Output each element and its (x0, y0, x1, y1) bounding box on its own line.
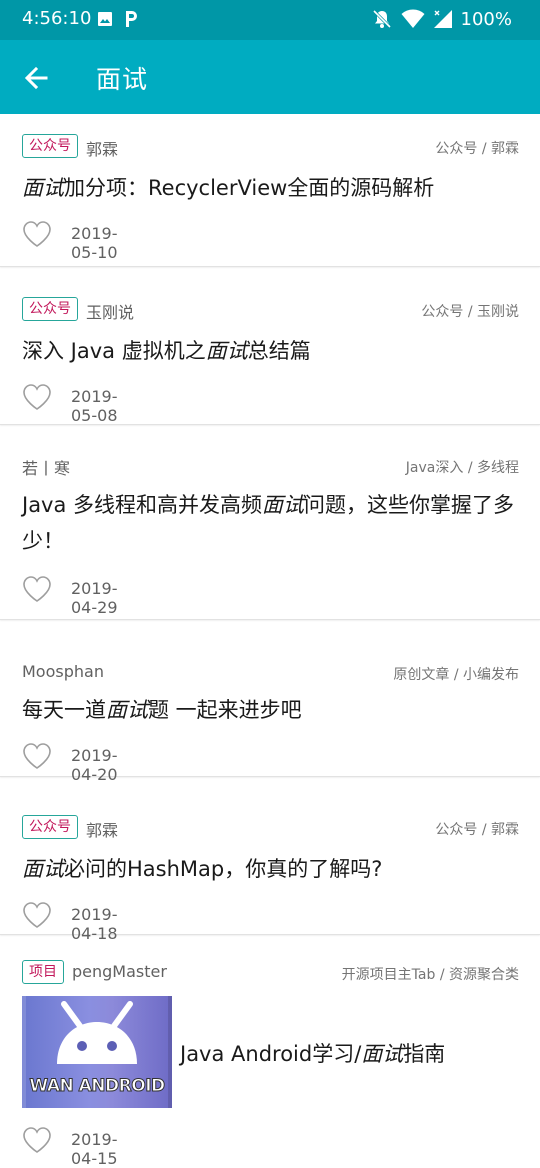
heart-icon[interactable] (22, 575, 52, 603)
article-thumbnail: WAN ANDROID (22, 996, 172, 1108)
article-title: Java Android学习/面试指南 (180, 1042, 446, 1066)
highlight-keyword: 面试 (205, 339, 248, 363)
status-system-icons: 100% (371, 8, 512, 30)
wifi-icon (401, 9, 425, 28)
status-time: 4:56:10 (22, 8, 92, 29)
article-category: 公众号 / 郭霖 (435, 141, 519, 157)
thumbnail-caption: WAN ANDROID (29, 1076, 166, 1097)
article-author: 若丨寒 (22, 459, 71, 478)
app-bar: 面试 (0, 40, 540, 114)
highlight-keyword: 面试 (22, 176, 64, 200)
heart-icon[interactable] (22, 383, 52, 411)
highlight-keyword: 面试 (262, 493, 305, 517)
article-title: 面试加分项：RecyclerView全面的源码解析 (22, 176, 435, 200)
article-author: 郭霖 (86, 821, 119, 840)
heart-icon[interactable] (22, 901, 52, 929)
article-card[interactable]: 公众号 郭霖 公众号 / 郭霖 面试必问的HashMap，你真的了解吗? 201… (0, 787, 540, 943)
article-category: Java深入 / 多线程 (405, 460, 519, 476)
article-author: Moosphan (22, 662, 104, 681)
battery-level: 100% (460, 8, 512, 30)
highlight-keyword: 面试 (22, 857, 64, 881)
status-notification-icons (97, 10, 139, 28)
article-list[interactable]: 公众号 郭霖 公众号 / 郭霖 面试加分项：RecyclerView全面的源码解… (0, 114, 540, 945)
article-category: 公众号 / 玉刚说 (421, 304, 519, 320)
article-tag: 公众号 (22, 297, 78, 321)
cell-signal-icon (433, 10, 452, 28)
article-title: Java 多线程和高并发高频面试问题，这些你掌握了多少！ (22, 493, 515, 553)
heart-icon[interactable] (22, 220, 52, 248)
back-arrow-icon[interactable] (18, 59, 56, 97)
article-card[interactable]: 公众号 郭霖 公众号 / 郭霖 面试加分项：RecyclerView全面的源码解… (0, 114, 540, 267)
article-date: 2019-05-08 (71, 387, 118, 425)
article-category: 原创文章 / 小编发布 (393, 667, 519, 683)
notifications-off-icon (372, 9, 391, 29)
article-card[interactable]: 若丨寒 Java深入 / 多线程 Java 多线程和高并发高频面试问题，这些你掌… (0, 435, 540, 620)
highlight-keyword: 面试 (361, 1042, 404, 1066)
page-title: 面试 (96, 65, 149, 94)
image-notification-icon (98, 12, 112, 26)
article-date: 2019-04-15 (71, 1130, 118, 1168)
article-author: pengMaster (72, 962, 167, 981)
article-tag: 项目 (22, 960, 64, 984)
heart-icon[interactable] (22, 1126, 52, 1154)
article-date: 2019-04-20 (71, 746, 118, 784)
article-tag: 公众号 (22, 134, 78, 158)
article-card[interactable]: 公众号 玉刚说 公众号 / 玉刚说 深入 Java 虚拟机之面试总结篇 2019… (0, 277, 540, 425)
article-category: 公众号 / 郭霖 (435, 822, 519, 838)
highlight-keyword: 面试 (106, 698, 148, 722)
article-author: 郭霖 (86, 140, 119, 159)
article-tag: 公众号 (22, 815, 78, 839)
article-title: 面试必问的HashMap，你真的了解吗? (22, 857, 383, 881)
article-card[interactable]: 项目 pengMaster 开源项目主Tab / 资源聚合类 WAN ANDRO… (0, 944, 540, 1168)
status-bar: 4:56:10 100% (0, 0, 540, 40)
article-category: 开源项目主Tab / 资源聚合类 (341, 967, 519, 983)
article-card[interactable]: Moosphan 原创文章 / 小编发布 每天一道面试题 一起来进步吧 2019… (0, 630, 540, 784)
parking-notification-icon (126, 11, 137, 27)
article-title: 深入 Java 虚拟机之面试总结篇 (22, 339, 311, 363)
article-date: 2019-05-10 (71, 224, 118, 262)
article-date: 2019-04-29 (71, 579, 118, 617)
heart-icon[interactable] (22, 742, 52, 770)
article-author: 玉刚说 (86, 303, 135, 322)
article-date: 2019-04-18 (71, 905, 118, 943)
article-title: 每天一道面试题 一起来进步吧 (22, 698, 302, 722)
